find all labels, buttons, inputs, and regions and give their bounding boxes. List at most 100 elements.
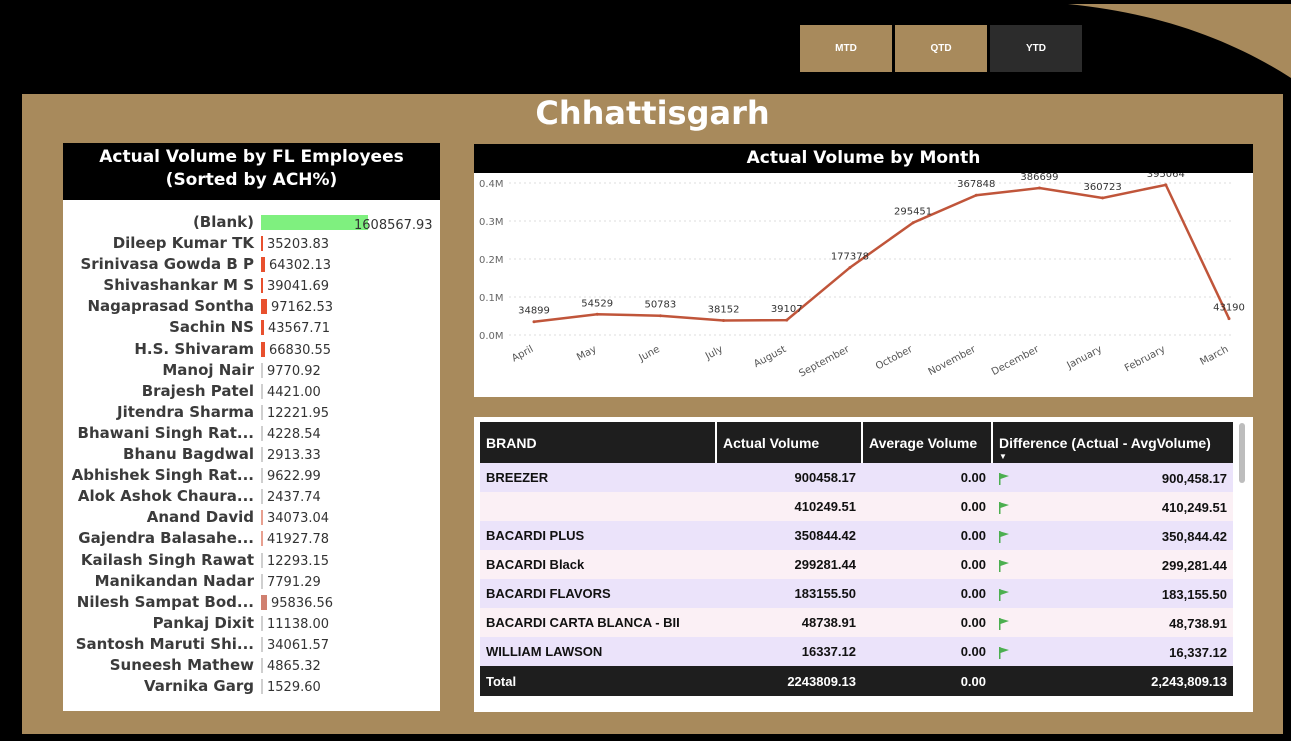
- data-label: 295451: [894, 207, 932, 218]
- employee-bar: [261, 510, 263, 526]
- employee-row[interactable]: H.S. Shivaram 66830.55: [63, 340, 440, 361]
- x-tick-label: January: [1065, 344, 1105, 372]
- employee-row[interactable]: (Blank) 1608567.93: [63, 213, 440, 234]
- mtd-button[interactable]: MTD: [800, 25, 892, 72]
- brand-cell: [480, 492, 716, 521]
- ytd-button[interactable]: YTD: [990, 25, 1082, 72]
- brand-table-row[interactable]: BACARDI PLUS 350844.42 0.00 350,844.42: [480, 521, 1233, 550]
- x-tick-label: August: [752, 344, 788, 370]
- col-average-header[interactable]: Average Volume: [862, 422, 993, 463]
- decorative-swoosh: [1068, 4, 1291, 78]
- employee-name: H.S. Shivaram: [134, 339, 254, 358]
- brand-table-body: BREEZER 900458.17 0.00 900,458.17 410249.51 0…: [480, 463, 1233, 666]
- data-point: [848, 266, 852, 270]
- employee-name: Alok Ashok Chaura...: [77, 487, 254, 506]
- brand-table-row[interactable]: BACARDI CARTA BLANCA - BII 48738.91 0.00 48…: [480, 608, 1233, 637]
- employee-row[interactable]: Sachin NS 43567.71: [63, 318, 440, 339]
- actual-volume-cell: 350844.42: [716, 521, 862, 550]
- col-difference-header[interactable]: Difference (Actual - AvgVolume) ▼: [992, 422, 1233, 463]
- employee-bar: [261, 257, 265, 273]
- green-flag-icon: [999, 588, 1009, 601]
- employee-bar: [261, 383, 263, 399]
- employee-row[interactable]: Pankaj Dixit 11138.00: [63, 614, 440, 635]
- employee-row[interactable]: Shivashankar M S 39041.69: [63, 276, 440, 297]
- data-label: 50783: [644, 300, 676, 311]
- month-chart-card: Actual Volume by Month 0.0M 0.1M 0.2M 0.3M 0…: [474, 144, 1253, 397]
- difference-value: 16,337.12: [1169, 645, 1227, 660]
- month-line-chart[interactable]: 0.0M 0.1M 0.2M 0.3M 0.4M 34899 54529 50783 38152…: [474, 173, 1253, 397]
- employee-name: Bhanu Bagdwal: [123, 445, 254, 464]
- y-tick-label: 0.3M: [479, 217, 504, 228]
- difference-value: 48,738.91: [1169, 616, 1227, 631]
- brand-table-row[interactable]: WILLIAM LAWSON 16337.12 0.00 16,337.12: [480, 637, 1233, 666]
- employee-value: 41927.78: [267, 532, 330, 548]
- difference-cell: 350,844.42: [992, 521, 1233, 550]
- average-volume-cell: 0.00: [862, 637, 992, 666]
- employee-name: Brajesh Patel: [141, 381, 254, 400]
- employee-row[interactable]: Abhishek Singh Rat... 9622.99: [63, 466, 440, 487]
- employee-name: Sachin NS: [169, 318, 254, 337]
- employee-row[interactable]: Manikandan Nadar 7791.29: [63, 572, 440, 593]
- data-point: [911, 221, 915, 225]
- data-point: [1164, 183, 1168, 187]
- employee-row[interactable]: Dileep Kumar TK 35203.83: [63, 234, 440, 255]
- data-point: [595, 312, 599, 316]
- employee-row[interactable]: Santosh Maruti Shi... 34061.57: [63, 635, 440, 656]
- x-tick-label: September: [797, 344, 852, 380]
- employee-value: 12293.15: [267, 553, 330, 569]
- employee-row[interactable]: Varnika Garg 1529.60: [63, 677, 440, 698]
- data-label: 386699: [1020, 173, 1058, 183]
- employee-value: 43567.71: [268, 321, 331, 337]
- employee-value: 95836.56: [271, 595, 334, 611]
- employee-bar: [261, 636, 263, 652]
- data-label: 34899: [518, 306, 550, 317]
- brand-table-total-row: Total 2243809.13 0.00 2,243,809.13: [480, 666, 1233, 696]
- employee-row[interactable]: Srinivasa Gowda B P 64302.13: [63, 255, 440, 276]
- average-volume-cell: 0.00: [862, 608, 992, 637]
- sort-desc-icon: ▼: [999, 452, 1007, 461]
- employee-row[interactable]: Suneesh Mathew 4865.32: [63, 656, 440, 677]
- green-flag-icon: [999, 559, 1009, 572]
- brand-table-row[interactable]: BACARDI Black 299281.44 0.00 299,281.44: [480, 550, 1233, 579]
- employee-row[interactable]: Bhanu Bagdwal 2913.33: [63, 445, 440, 466]
- employee-value: 4421.00: [267, 384, 321, 400]
- brand-table-row[interactable]: 410249.51 0.00 410,249.51: [480, 492, 1233, 521]
- col-brand-header[interactable]: BRAND: [480, 422, 717, 463]
- employee-row[interactable]: Jitendra Sharma 12221.95: [63, 403, 440, 424]
- employee-row[interactable]: Bhawani Singh Rat... 4228.54: [63, 424, 440, 445]
- employee-name: Manoj Nair: [162, 360, 254, 379]
- employee-row[interactable]: Anand David 34073.04: [63, 508, 440, 529]
- employee-bar: [261, 447, 263, 463]
- series-line: [533, 183, 1231, 323]
- employee-row[interactable]: Nilesh Sampat Bod... 95836.56: [63, 593, 440, 614]
- employee-bar: [261, 299, 267, 315]
- table-scrollbar[interactable]: [1239, 423, 1245, 483]
- qtd-button[interactable]: QTD: [895, 25, 987, 72]
- employee-row[interactable]: Manoj Nair 9770.92: [63, 361, 440, 382]
- employee-value: 7791.29: [267, 574, 321, 590]
- employee-value: 34073.04: [267, 511, 330, 527]
- employee-name: Nilesh Sampat Bod...: [76, 592, 254, 611]
- data-point: [974, 193, 978, 197]
- employee-row[interactable]: Brajesh Patel 4421.00: [63, 382, 440, 403]
- employee-bar: [261, 468, 263, 484]
- brand-table-row[interactable]: BREEZER 900458.17 0.00 900,458.17: [480, 463, 1233, 492]
- employee-value: 2913.33: [267, 448, 321, 464]
- employee-row[interactable]: Nagaprasad Sontha 97162.53: [63, 297, 440, 318]
- employee-row[interactable]: Gajendra Balasahe... 41927.78: [63, 529, 440, 550]
- col-actual-header[interactable]: Actual Volume: [716, 422, 863, 463]
- employee-row[interactable]: Kailash Singh Rawat 12293.15: [63, 551, 440, 572]
- difference-cell: 299,281.44: [992, 550, 1233, 579]
- employee-name: Jitendra Sharma: [117, 402, 254, 421]
- employee-value: 4865.32: [267, 658, 321, 674]
- y-tick-label: 0.4M: [479, 179, 504, 190]
- employees-title-line2: (Sorted by ACH%): [165, 170, 338, 190]
- brand-table-row[interactable]: BACARDI FLAVORS 183155.50 0.00 183,155.50: [480, 579, 1233, 608]
- report-canvas: Chhattisgarh Actual Volume by FL Employe…: [22, 94, 1283, 734]
- x-tick-label: March: [1198, 344, 1230, 368]
- data-label: 177378: [831, 252, 869, 263]
- employee-row[interactable]: Alok Ashok Chaura... 2437.74: [63, 487, 440, 508]
- employee-value: 35203.83: [267, 237, 330, 253]
- data-point: [722, 319, 726, 323]
- average-volume-cell: 0.00: [862, 492, 992, 521]
